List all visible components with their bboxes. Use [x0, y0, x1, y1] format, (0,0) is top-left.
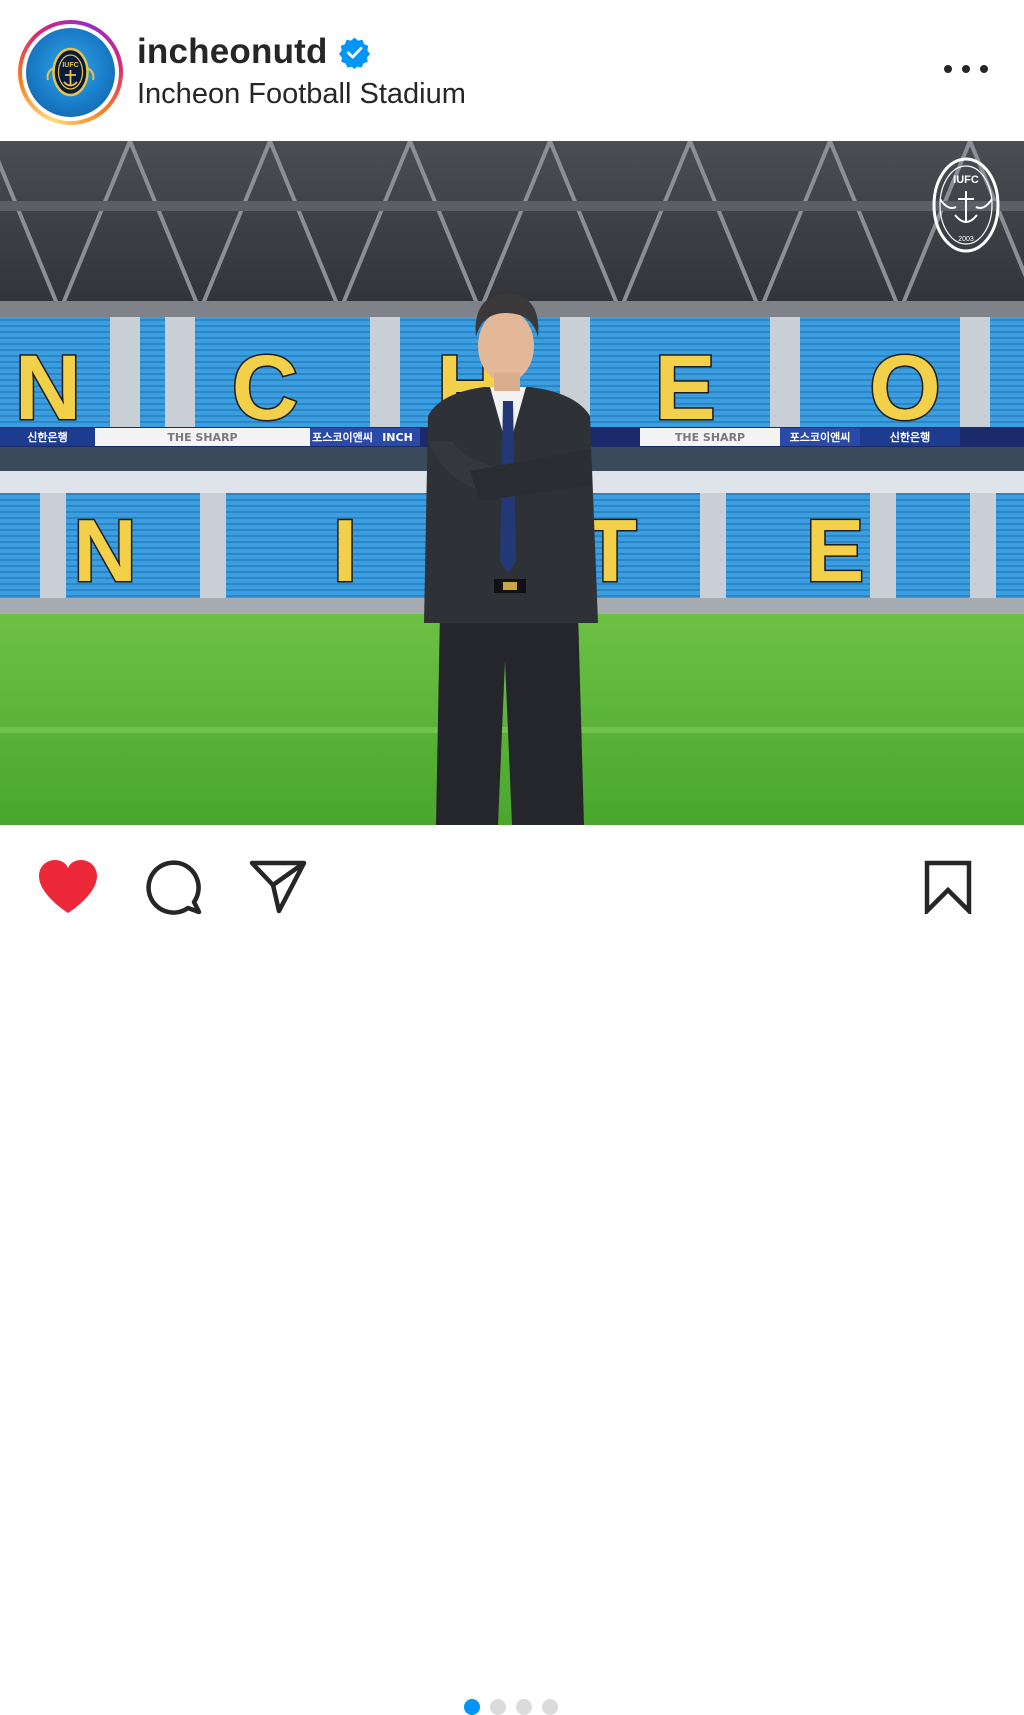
sponsor-board-text: 포스코이앤씨 — [312, 430, 373, 444]
more-options-icon — [944, 65, 952, 73]
sponsor-board-text: 신한은행 — [27, 430, 67, 444]
post-location[interactable]: Incheon Football Stadium — [137, 78, 466, 111]
sponsor-board-text: 포스코이앤씨 — [790, 430, 851, 444]
carousel-dot — [490, 1699, 506, 1715]
sponsor-board-text: 신한은행 — [890, 430, 930, 444]
stand-letter: I — [333, 501, 357, 600]
svg-text:2003: 2003 — [958, 236, 974, 243]
stand-letter: E — [806, 501, 865, 600]
post-photo[interactable]: NCHEO 신한은행 THE SHARP 포스코이앤씨 INCH THE SHARP 포스… — [0, 141, 1024, 825]
more-options-button[interactable] — [944, 58, 988, 80]
sponsor-board-text: INCH — [382, 431, 413, 444]
carousel-indicator — [464, 1699, 558, 1715]
stand-letter: E — [654, 337, 715, 439]
club-crest-icon: IUFC — [46, 47, 95, 97]
username[interactable]: incheonutd — [137, 32, 328, 72]
avatar[interactable]: IUFC — [26, 28, 115, 117]
comment-button[interactable] — [145, 858, 203, 916]
comment-icon — [146, 860, 202, 915]
save-button[interactable] — [924, 860, 972, 914]
action-bar — [0, 825, 1024, 1715]
carousel-dot — [542, 1699, 558, 1715]
sponsor-board-text: THE SHARP — [675, 431, 745, 444]
stand-letter: N — [15, 337, 81, 439]
stand-letter: O — [869, 337, 941, 439]
share-icon — [249, 860, 307, 914]
carousel-dot — [516, 1699, 532, 1715]
stand-letter: C — [232, 337, 298, 439]
post-header: IUFC incheonutd Incheon Football Stadium — [0, 0, 1024, 141]
svg-text:IUFC: IUFC — [62, 62, 78, 69]
heart-filled-icon — [39, 860, 97, 913]
verified-badge-icon — [338, 37, 370, 69]
stand-letter: N — [73, 501, 137, 600]
share-button[interactable] — [248, 859, 308, 915]
username-row: incheonutd — [137, 30, 371, 74]
like-button[interactable] — [37, 859, 99, 915]
svg-text:IUFC: IUFC — [953, 174, 979, 186]
carousel-dot — [464, 1699, 480, 1715]
stadium-photo: NCHEO 신한은행 THE SHARP 포스코이앤씨 INCH THE SHARP 포스… — [0, 141, 1024, 825]
bookmark-icon — [924, 860, 972, 914]
sponsor-board-text: THE SHARP — [167, 431, 237, 444]
story-ring[interactable]: IUFC — [18, 20, 123, 125]
